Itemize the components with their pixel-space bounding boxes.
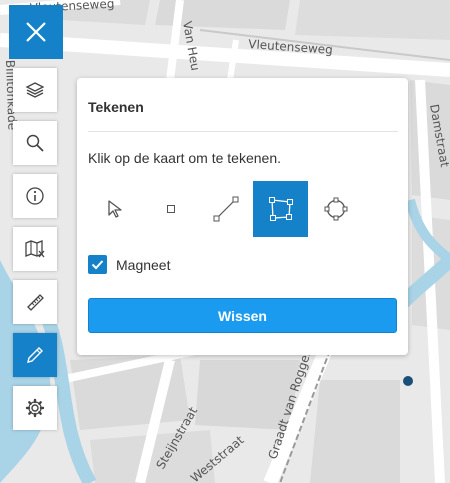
ruler-icon xyxy=(27,294,44,311)
info-button[interactable] xyxy=(13,174,57,218)
close-icon xyxy=(26,22,46,42)
search-button[interactable] xyxy=(13,121,57,165)
select-tool-button[interactable] xyxy=(88,181,143,237)
point-icon xyxy=(166,205,175,213)
point-tool-button[interactable] xyxy=(143,181,198,237)
settings-icon xyxy=(25,398,45,418)
layers-button[interactable] xyxy=(13,68,57,112)
snap-label: Magneet xyxy=(116,256,171,273)
polygon-tool-button[interactable] xyxy=(253,181,308,237)
search-icon xyxy=(26,134,44,152)
circle-tool-button[interactable] xyxy=(308,181,363,237)
draw-button[interactable] xyxy=(13,333,57,377)
cursor-icon xyxy=(107,200,122,218)
clear-button[interactable]: Wissen xyxy=(88,298,397,333)
settings-button[interactable] xyxy=(13,386,57,430)
divider xyxy=(88,131,398,132)
location-marker[interactable] xyxy=(403,376,413,386)
snap-option[interactable]: Magneet xyxy=(88,255,170,274)
shape-tool-row xyxy=(88,181,388,237)
snap-checkbox[interactable] xyxy=(88,255,107,274)
info-icon xyxy=(26,187,44,205)
circle-icon xyxy=(324,197,347,221)
draw-instruction: Klik op de kaart om te tekenen. xyxy=(88,150,281,166)
layers-icon xyxy=(25,82,45,98)
line-tool-button[interactable] xyxy=(198,181,253,237)
close-button[interactable] xyxy=(9,5,63,59)
checkmark-icon xyxy=(91,260,104,270)
map-book-button[interactable] xyxy=(13,227,57,271)
pencil-icon xyxy=(27,347,43,363)
polygon-icon xyxy=(268,197,293,221)
draw-panel: Tekenen Klik op de kaart om te tekenen. xyxy=(77,78,408,355)
map-book-icon xyxy=(25,240,45,258)
ruler-button[interactable] xyxy=(13,280,57,324)
line-icon xyxy=(213,196,238,222)
panel-title: Tekenen xyxy=(88,99,144,115)
